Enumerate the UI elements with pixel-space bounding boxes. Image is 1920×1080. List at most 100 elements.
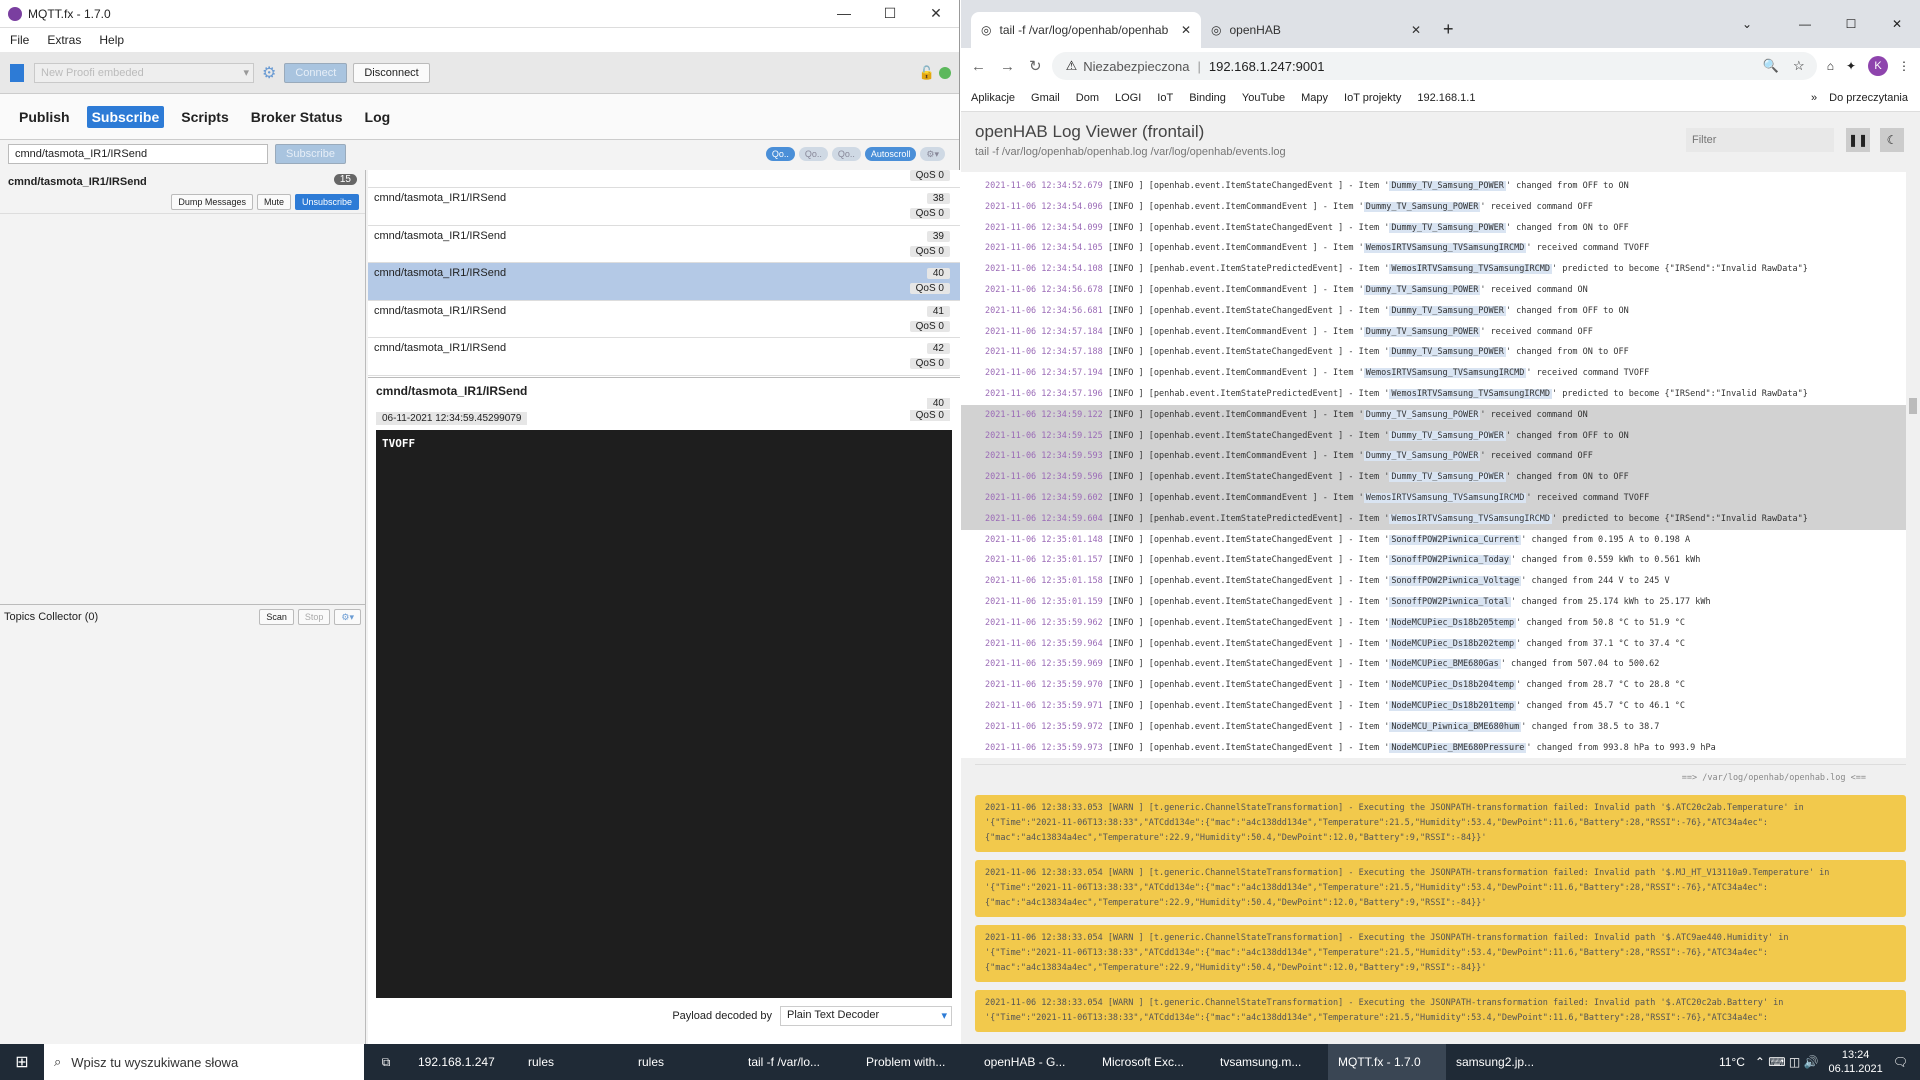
zoom-icon[interactable]: 🔍 [1763, 58, 1779, 74]
mute-button[interactable]: Mute [256, 194, 291, 210]
maximize-icon[interactable]: ☐ [867, 5, 913, 22]
close-icon[interactable]: ✕ [1874, 17, 1920, 31]
start-icon[interactable]: ⊞ [0, 1052, 44, 1072]
bookmark-router[interactable]: 192.168.1.1 [1417, 92, 1475, 104]
maximize-icon[interactable]: ☐ [1828, 17, 1874, 31]
tab-broker-status[interactable]: Broker Status [246, 106, 348, 128]
settings-icon[interactable]: ⚙▾ [920, 147, 945, 161]
profile-select[interactable]: New Proofi embeded [34, 62, 254, 83]
taskbar-app[interactable]: Problem with... [856, 1044, 974, 1080]
taskbar-app[interactable]: samsung2.jp... [1446, 1044, 1556, 1080]
message-topic: cmnd/tasmota_IR1/IRSend [374, 342, 507, 354]
bookmark-mapy[interactable]: Mapy [1301, 92, 1328, 104]
qos2-pill[interactable]: Qo.. [831, 147, 861, 161]
clock[interactable]: 13:24 06.11.2021 [1829, 1048, 1883, 1076]
tab-publish[interactable]: Publish [14, 106, 75, 128]
dump-messages-button[interactable]: Dump Messages [171, 194, 253, 210]
taskbar-app[interactable]: openHAB - G... [974, 1044, 1092, 1080]
log-timestamp: 2021-11-06 12:34:57.196 [985, 388, 1103, 399]
menu-help[interactable]: Help [99, 33, 124, 47]
gear-icon[interactable]: ⚙ [262, 63, 276, 83]
topics-collector-title: Topics Collector (0) [4, 610, 99, 623]
browser-tab-openhab[interactable]: ◎ openHAB ✕ [1201, 12, 1431, 48]
address-bar[interactable]: ⚠ Niezabezpieczona | 192.168.1.247:9001 … [1051, 52, 1817, 80]
taskbar-app-active[interactable]: MQTT.fx - 1.7.0 [1328, 1044, 1446, 1080]
bookmark-apps[interactable]: Aplikacje [971, 92, 1015, 104]
bookmark-iot-projekty[interactable]: IoT projekty [1344, 92, 1401, 104]
tray-icons[interactable]: ⌃ ⌨ ◫ 🔊 [1755, 1055, 1819, 1069]
subscription-item[interactable]: cmnd/tasmota_IR1/IRSend 15 Dump Messages… [0, 170, 365, 214]
log-line: 2021-11-06 12:34:57.194 [INFO ] [openhab… [985, 368, 1650, 379]
decoder-select[interactable]: Plain Text Decoder ▾ [780, 1006, 952, 1026]
qos1-pill[interactable]: Qo.. [798, 147, 828, 161]
connect-button[interactable]: Connect [284, 62, 348, 83]
bookmark-gmail[interactable]: Gmail [1031, 92, 1060, 104]
star-icon[interactable]: ☆ [1793, 58, 1805, 74]
log-line: 2021-11-06 12:35:01.157 [INFO ] [openhab… [985, 555, 1701, 566]
log-timestamp: 2021-11-06 12:35:59.970 [985, 680, 1103, 691]
disconnect-button[interactable]: Disconnect [353, 62, 430, 83]
collector-settings-icon[interactable]: ⚙▾ [334, 608, 361, 625]
payload-area[interactable]: TVOFF [376, 430, 952, 998]
log-source: [openhab.event.ItemStateChangedEvent ] [1148, 680, 1344, 691]
topic-input[interactable]: cmnd/tasmota_IR1/IRSend [8, 144, 268, 164]
back-icon[interactable]: ← [971, 58, 986, 75]
menu-file[interactable]: File [10, 33, 29, 47]
task-view-icon[interactable]: ⧉ [364, 1055, 408, 1070]
unsubscribe-button[interactable]: Unsubscribe [294, 194, 359, 210]
list-item-selected[interactable]: cmnd/tasmota_IR1/IRSend 40 QoS 0 [368, 263, 960, 301]
minimize-icon[interactable]: — [1782, 17, 1828, 31]
stop-button[interactable]: Stop [297, 608, 331, 625]
taskbar-app[interactable]: tvsamsung.m... [1210, 1044, 1328, 1080]
scrollbar[interactable] [1906, 112, 1920, 1044]
taskbar-app[interactable]: rules [518, 1044, 628, 1080]
browser-tab-tail[interactable]: ◎ tail -f /var/log/openhab/openhab ✕ [971, 12, 1201, 48]
forward-icon[interactable]: → [1000, 58, 1015, 75]
close-icon[interactable]: ✕ [913, 5, 959, 22]
menu-icon[interactable]: ⋮ [1898, 59, 1910, 73]
reload-icon[interactable]: ↻ [1029, 57, 1042, 75]
file-icon[interactable] [10, 63, 24, 82]
bookmark-logi[interactable]: LOGI [1115, 92, 1141, 104]
close-tab-icon[interactable]: ✕ [1411, 23, 1421, 37]
list-item[interactable]: cmnd/tasmota_IR1/IRSend 38 QoS 0 [368, 188, 960, 226]
weather-temp[interactable]: 11°C [1719, 1055, 1745, 1069]
qos0-pill[interactable]: Qo.. [765, 147, 795, 161]
avatar[interactable]: K [1868, 56, 1888, 76]
autoscroll-toggle[interactable]: Autoscroll [864, 147, 917, 161]
taskbar-app[interactable]: rules [628, 1044, 738, 1080]
list-item[interactable]: cmnd/tasmota_IR1/IRSend 42 QoS 0 [368, 338, 960, 376]
subscribe-button[interactable]: Subscribe [275, 144, 346, 164]
taskbar-app[interactable]: tail -f /var/lo... [738, 1044, 856, 1080]
message-list[interactable]: QoS 0 cmnd/tasmota_IR1/IRSend 38 QoS 0 c… [368, 170, 960, 378]
bookmark-youtube[interactable]: YouTube [1242, 92, 1285, 104]
list-item[interactable]: cmnd/tasmota_IR1/IRSend 39 QoS 0 [368, 225, 960, 263]
tab-search-icon[interactable]: ⌄ [1742, 17, 1752, 31]
tab-scripts[interactable]: Scripts [176, 106, 233, 128]
pause-icon[interactable]: ❚❚ [1846, 128, 1870, 152]
taskbar-app[interactable]: 192.168.1.247 [408, 1044, 518, 1080]
reading-list[interactable]: Do przeczytania [1829, 92, 1908, 104]
log-line: 2021-11-06 12:34:59.593 [INFO ] [openhab… [961, 446, 1920, 468]
tab-log[interactable]: Log [360, 106, 396, 128]
list-item[interactable]: QoS 0 [368, 170, 960, 188]
chevron-right-icon[interactable]: » [1811, 92, 1817, 104]
new-tab-icon[interactable]: + [1443, 19, 1454, 40]
home-icon[interactable]: ⌂ [1827, 59, 1834, 73]
extensions-icon[interactable]: ✦ [1846, 59, 1856, 73]
taskbar-search[interactable]: ⌕ Wpisz tu wyszukiwane słowa [44, 1044, 364, 1080]
menu-extras[interactable]: Extras [47, 33, 81, 47]
tab-subscribe[interactable]: Subscribe [86, 105, 165, 128]
filter-input[interactable] [1686, 128, 1834, 152]
list-item[interactable]: cmnd/tasmota_IR1/IRSend 41 QoS 0 [368, 300, 960, 338]
dark-mode-icon[interactable]: ☾ [1880, 128, 1904, 152]
log-source: [openhab.event.ItemCommandEvent ] [1148, 368, 1318, 379]
notification-icon[interactable]: 🗨 [1893, 1055, 1908, 1069]
scan-button[interactable]: Scan [259, 608, 294, 625]
close-tab-icon[interactable]: ✕ [1181, 23, 1191, 37]
minimize-icon[interactable]: — [821, 5, 867, 22]
taskbar-app[interactable]: Microsoft Exc... [1092, 1044, 1210, 1080]
bookmark-iot[interactable]: IoT [1157, 92, 1173, 104]
bookmark-binding[interactable]: Binding [1189, 92, 1226, 104]
bookmark-dom[interactable]: Dom [1076, 92, 1099, 104]
